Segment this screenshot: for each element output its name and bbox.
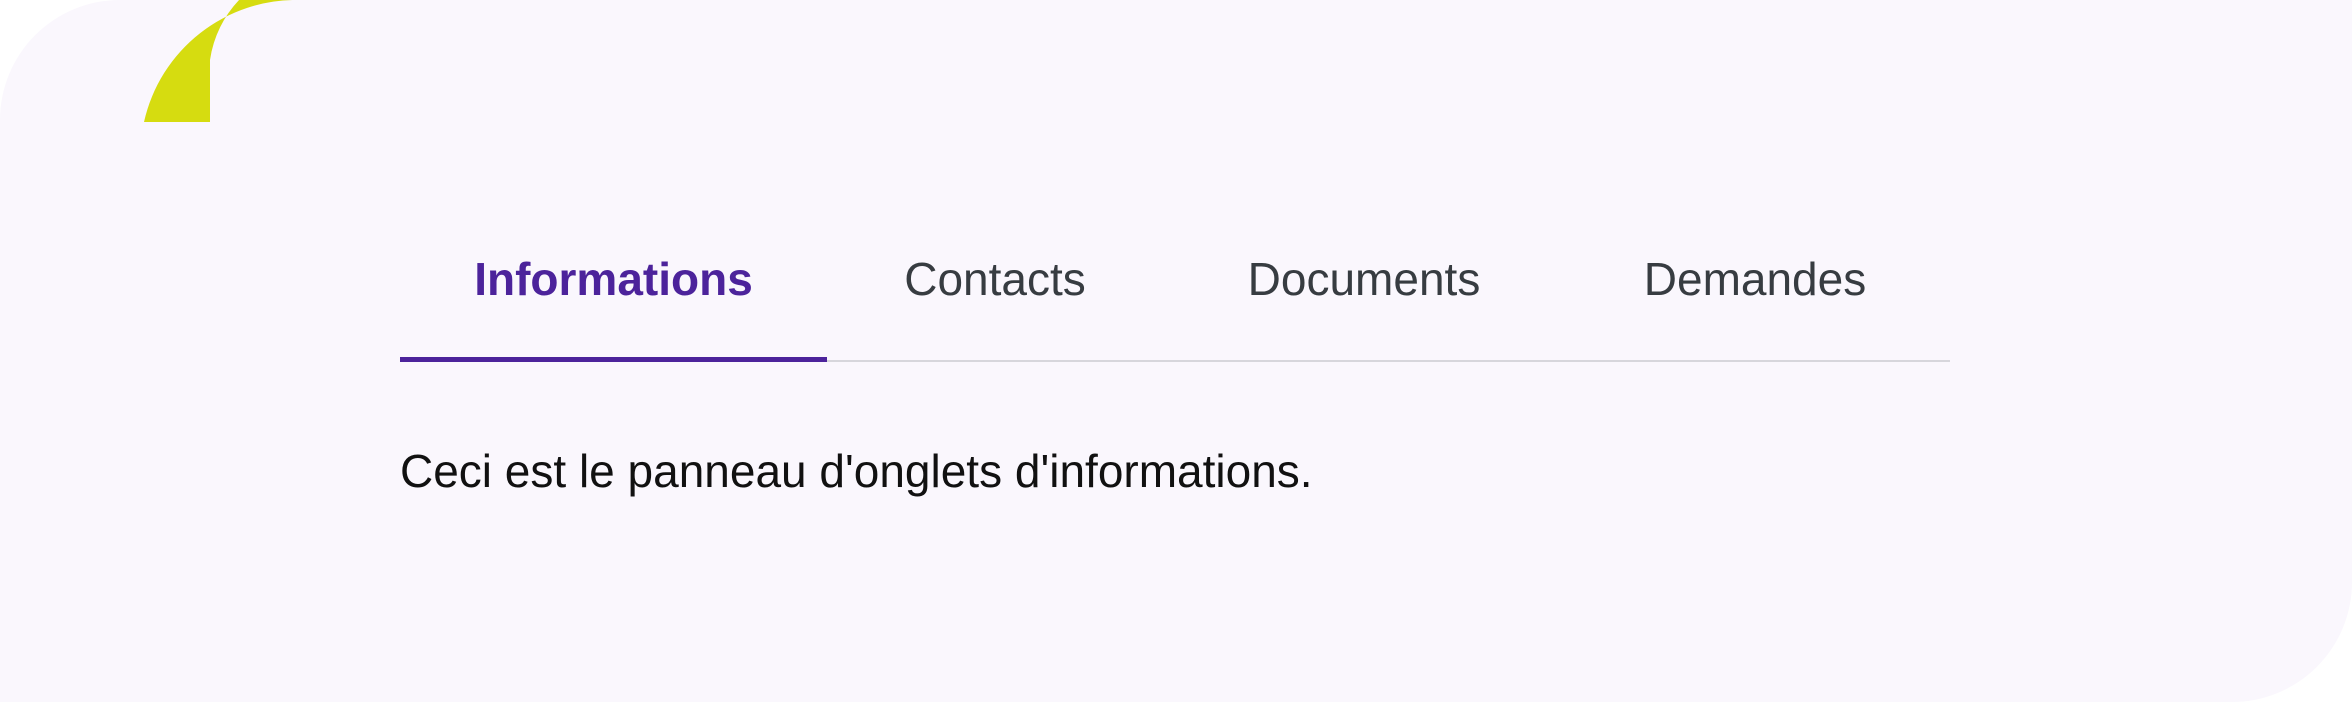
lime-arc-decoration-icon [144, 0, 300, 122]
tabs-demo-card: Informations Contacts Documents Demandes… [0, 0, 2352, 702]
tab-demandes-label: Demandes [1643, 253, 1867, 305]
tab-bar: Informations Contacts Documents Demandes [400, 232, 1950, 362]
active-tab-indicator [400, 357, 827, 362]
tab-contacts[interactable]: Contacts [827, 232, 1163, 360]
tab-informations[interactable]: Informations [400, 232, 827, 362]
tab-documents[interactable]: Documents [1163, 232, 1565, 360]
tab-informations-label: Informations [474, 253, 753, 305]
tab-panel-text: Ceci est le panneau d'onglets d'informat… [400, 445, 1313, 497]
tab-contacts-label: Contacts [904, 253, 1086, 305]
tab-documents-label: Documents [1247, 253, 1481, 305]
tab-demandes[interactable]: Demandes [1565, 232, 1945, 360]
